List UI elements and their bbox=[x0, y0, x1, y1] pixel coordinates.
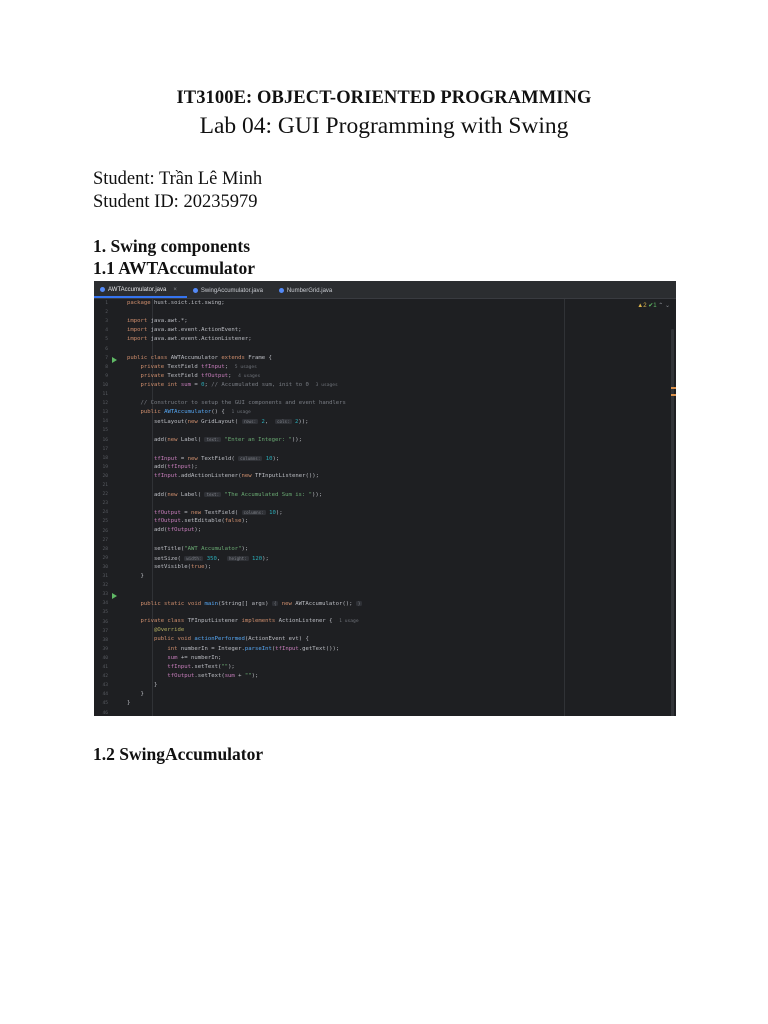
warning-marker bbox=[671, 387, 676, 389]
tab-label: SwingAccumulator.java bbox=[200, 287, 263, 294]
warning-marker bbox=[671, 394, 676, 396]
student-id: Student ID: 20235979 bbox=[93, 192, 258, 212]
tab-swing-accumulator[interactable]: SwingAccumulator.java bbox=[187, 283, 273, 298]
tab-awt-accumulator[interactable]: AWTAccumulator.java × bbox=[94, 283, 187, 298]
java-file-icon bbox=[278, 288, 284, 293]
java-file-icon bbox=[100, 287, 105, 292]
java-file-icon bbox=[192, 288, 198, 293]
lab-title: Lab 04: GUI Programming with Swing bbox=[199, 113, 569, 139]
section-heading-swing-accumulator: 1.2 SwingAccumulator bbox=[93, 744, 264, 764]
close-icon[interactable]: × bbox=[173, 287, 177, 293]
tab-label: AWTAccumulator.java bbox=[108, 286, 167, 293]
line-number-gutter: 1 2 3 4 5 6 7 8 9 10 11 12 13 14 15 16 1… bbox=[94, 299, 120, 716]
code-editor[interactable]: 1 2 3 4 5 6 7 8 9 10 11 12 13 14 15 16 1… bbox=[94, 299, 676, 716]
student-name: Student: Trần Lê Minh bbox=[93, 169, 263, 189]
course-title: IT3100E: OBJECT-ORIENTED PROGRAMMING bbox=[176, 88, 592, 108]
run-icon[interactable] bbox=[112, 593, 117, 600]
section-heading-swing-components: 1. Swing components bbox=[93, 236, 251, 256]
section-heading-awt-accumulator: 1.1 AWTAccumulator bbox=[93, 258, 256, 278]
ide-screenshot: AWTAccumulator.java × SwingAccumulator.j… bbox=[94, 281, 676, 716]
source-code[interactable]: package hust.soict.ict.swing; import jav… bbox=[127, 299, 662, 708]
tab-number-grid[interactable]: NumberGrid.java bbox=[273, 283, 342, 298]
run-icon[interactable] bbox=[112, 356, 117, 363]
tab-label: NumberGrid.java bbox=[286, 287, 333, 294]
editor-tab-bar: AWTAccumulator.java × SwingAccumulator.j… bbox=[94, 281, 676, 299]
